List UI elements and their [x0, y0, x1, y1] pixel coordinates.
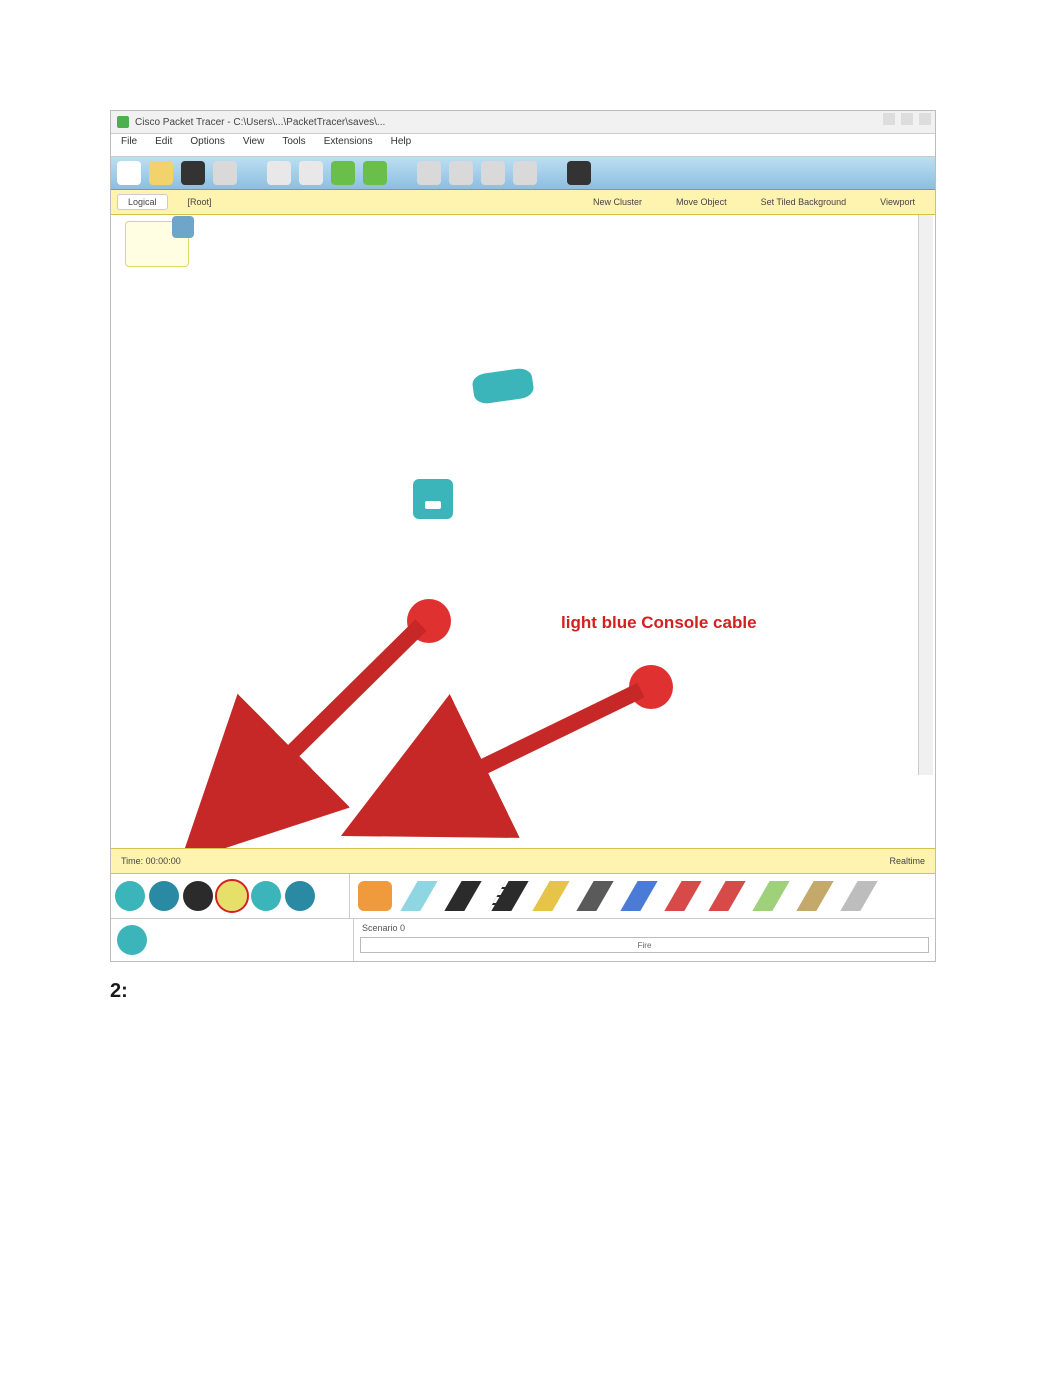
- realtime-tab[interactable]: Realtime: [889, 856, 925, 866]
- step-number: 2:: [110, 980, 128, 1003]
- usb-cable-icon[interactable]: [798, 881, 832, 911]
- routers-category-icon[interactable]: [115, 881, 145, 911]
- scenario-label: Scenario 0: [354, 919, 935, 937]
- menu-edit[interactable]: Edit: [155, 136, 172, 154]
- coax-cable-icon[interactable]: [622, 881, 656, 911]
- print-icon[interactable]: [213, 161, 237, 185]
- note-pin-icon: [172, 216, 194, 238]
- serial-dte-icon[interactable]: [710, 881, 744, 911]
- copper-straight-icon[interactable]: [446, 881, 480, 911]
- new-icon[interactable]: [117, 161, 141, 185]
- connections-category-icon[interactable]: [217, 881, 247, 911]
- redo-icon[interactable]: [363, 161, 387, 185]
- bottom-panel: Time: 00:00:00 Realtime: [111, 848, 935, 961]
- menubar: File Edit Options View Tools Extensions …: [111, 134, 935, 157]
- sticky-note[interactable]: [125, 221, 189, 267]
- phone-cable-icon[interactable]: [578, 881, 612, 911]
- menu-help[interactable]: Help: [391, 136, 412, 154]
- switch-device[interactable]: [413, 479, 453, 519]
- annotation-arrows: [111, 215, 935, 855]
- menu-view[interactable]: View: [243, 136, 265, 154]
- paste-icon[interactable]: [299, 161, 323, 185]
- callout-dot-2: [629, 665, 673, 709]
- wan-category-icon[interactable]: [285, 881, 315, 911]
- fire-bar[interactable]: Fire: [360, 937, 929, 953]
- workspace-canvas[interactable]: light blue Console cable: [111, 215, 935, 775]
- fire-bar-label: Fire: [638, 941, 652, 950]
- extra-cable-icon[interactable]: [842, 881, 876, 911]
- app-icon: [117, 116, 129, 128]
- vertical-scrollbar[interactable]: [918, 215, 933, 775]
- selected-device-icon[interactable]: [117, 925, 147, 955]
- selected-device-box: [111, 919, 354, 961]
- fiber-cable-icon[interactable]: [534, 881, 568, 911]
- zoom-in-icon[interactable]: [417, 161, 441, 185]
- time-bar: Time: 00:00:00 Realtime: [111, 848, 935, 874]
- root-label[interactable]: [Root]: [174, 195, 226, 209]
- draw-icon[interactable]: [481, 161, 505, 185]
- router-device[interactable]: [471, 367, 535, 405]
- serial-dce-icon[interactable]: [666, 881, 700, 911]
- new-cluster-button[interactable]: New Cluster: [579, 195, 656, 209]
- open-icon[interactable]: [149, 161, 173, 185]
- copper-cross-icon[interactable]: [490, 881, 524, 911]
- copy-icon[interactable]: [267, 161, 291, 185]
- time-label: Time: 00:00:00: [121, 856, 181, 866]
- console-cable-icon[interactable]: [402, 881, 436, 911]
- menu-options[interactable]: Options: [190, 136, 224, 154]
- custom-device-icon[interactable]: [567, 161, 591, 185]
- palette-icon[interactable]: [513, 161, 537, 185]
- device-category-box: [111, 874, 350, 918]
- callout-text: light blue Console cable: [561, 613, 757, 633]
- packet-tracer-window: Cisco Packet Tracer - C:\Users\...\Packe…: [110, 110, 936, 962]
- menu-tools[interactable]: Tools: [282, 136, 305, 154]
- undo-icon[interactable]: [331, 161, 355, 185]
- menu-extensions[interactable]: Extensions: [324, 136, 373, 154]
- close-button[interactable]: [919, 113, 931, 125]
- maximize-button[interactable]: [901, 113, 913, 125]
- zoom-out-icon[interactable]: [449, 161, 473, 185]
- set-background-button[interactable]: Set Tiled Background: [747, 195, 861, 209]
- logical-tab[interactable]: Logical: [117, 194, 168, 210]
- octal-cable-icon[interactable]: [754, 881, 788, 911]
- viewport-button[interactable]: Viewport: [866, 195, 929, 209]
- end-devices-category-icon[interactable]: [251, 881, 281, 911]
- logical-bar: Logical [Root] New Cluster Move Object S…: [111, 190, 935, 215]
- auto-cable-icon[interactable]: [358, 881, 392, 911]
- hubs-category-icon[interactable]: [183, 881, 213, 911]
- connections-row: [350, 874, 935, 918]
- main-toolbar: [111, 157, 935, 190]
- window-title: Cisco Packet Tracer - C:\Users\...\Packe…: [135, 117, 385, 128]
- switches-category-icon[interactable]: [149, 881, 179, 911]
- save-icon[interactable]: [181, 161, 205, 185]
- callout-dot-1: [407, 599, 451, 643]
- minimize-button[interactable]: [883, 113, 895, 125]
- footer-bar: Scenario 0 Fire: [111, 918, 935, 961]
- move-object-button[interactable]: Move Object: [662, 195, 741, 209]
- titlebar: Cisco Packet Tracer - C:\Users\...\Packe…: [111, 111, 935, 134]
- menu-file[interactable]: File: [121, 136, 137, 154]
